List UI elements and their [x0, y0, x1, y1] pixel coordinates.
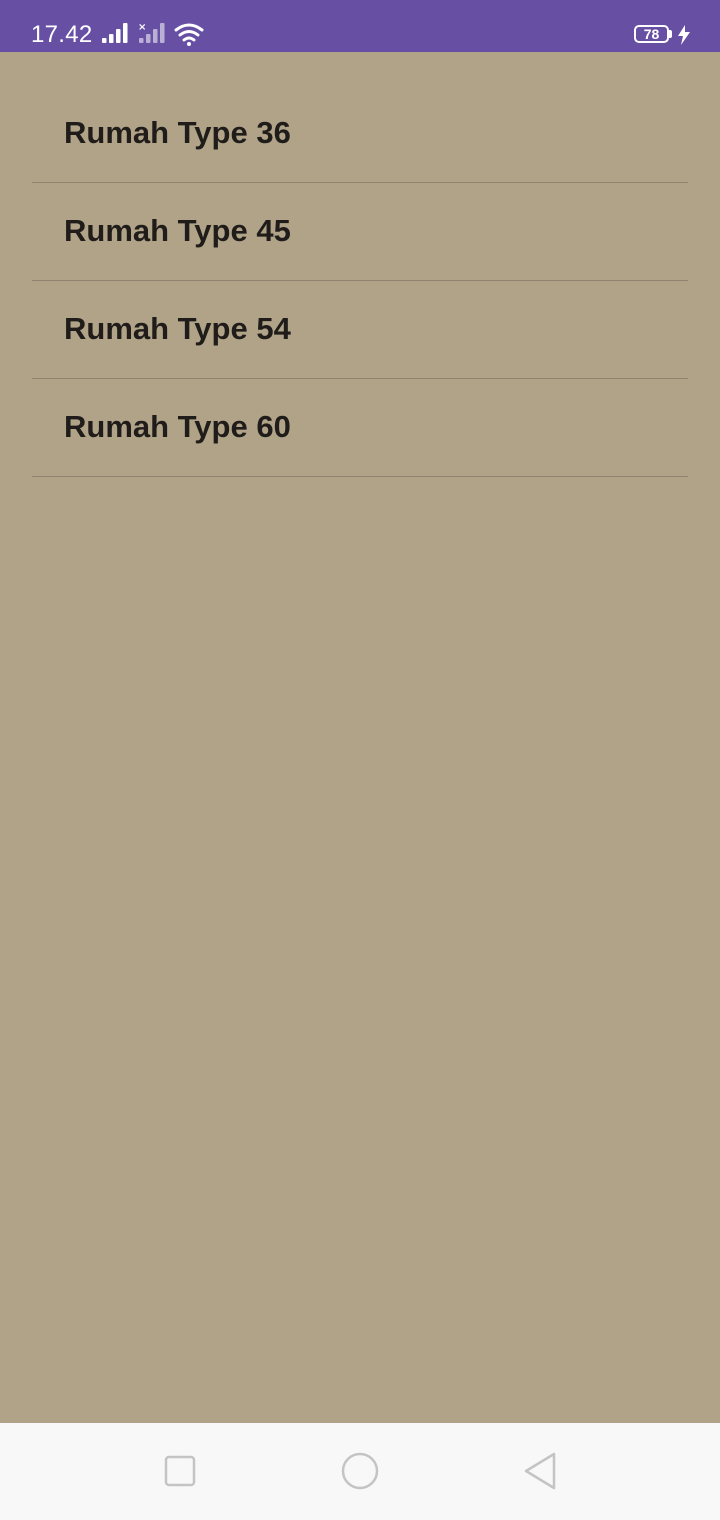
list-item-rumah-type-45[interactable]: Rumah Type 45: [32, 183, 688, 281]
list-item-label: Rumah Type 45: [64, 213, 291, 248]
battery-tip: [669, 30, 672, 38]
signal-icon: [102, 23, 128, 43]
battery-icon: 78: [634, 25, 669, 43]
status-time: 17.42: [31, 21, 93, 48]
signal-no-service-icon: ×: [138, 22, 165, 43]
svg-text:×: ×: [138, 22, 146, 33]
status-bar: 17.42 × 78: [0, 0, 720, 52]
house-type-list: Rumah Type 36 Rumah Type 45 Rumah Type 5…: [32, 85, 688, 477]
recent-apps-icon[interactable]: [156, 1447, 204, 1495]
list-item-rumah-type-60[interactable]: Rumah Type 60: [32, 379, 688, 477]
list-item-label: Rumah Type 60: [64, 409, 291, 444]
list-item-rumah-type-54[interactable]: Rumah Type 54: [32, 281, 688, 379]
back-icon[interactable]: [516, 1447, 564, 1495]
charging-bolt-icon: [678, 25, 690, 45]
list-item-rumah-type-36[interactable]: Rumah Type 36: [32, 85, 688, 183]
home-icon[interactable]: [336, 1447, 384, 1495]
battery-level: 78: [643, 26, 660, 42]
navigation-bar: [0, 1423, 720, 1520]
wifi-icon: [174, 23, 204, 46]
list-item-label: Rumah Type 54: [64, 311, 291, 346]
list-item-label: Rumah Type 36: [64, 115, 291, 150]
